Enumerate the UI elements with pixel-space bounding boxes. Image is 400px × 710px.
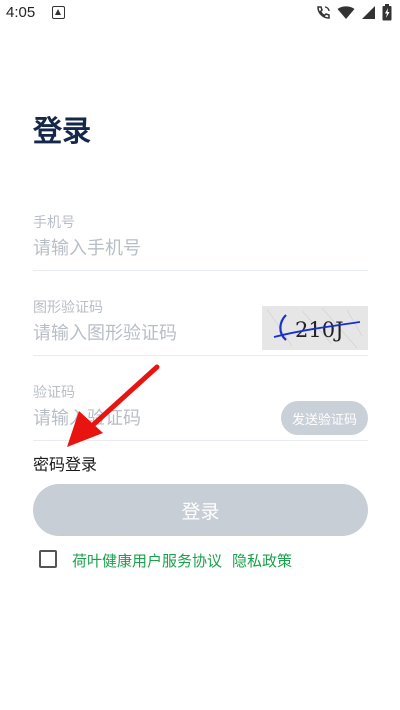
- captcha-label: 图形验证码: [33, 300, 103, 316]
- agreement-checkbox[interactable]: [39, 550, 57, 568]
- login-button[interactable]: 登录: [33, 484, 368, 536]
- wifi-call-icon: [317, 5, 330, 19]
- sms-code-label: 验证码: [33, 385, 75, 401]
- wifi-icon: [337, 6, 355, 19]
- captcha-image[interactable]: 210J: [262, 306, 368, 350]
- captcha-drawing: 210J: [262, 306, 368, 350]
- battery-icon: [382, 4, 392, 21]
- status-bar: 4:05: [0, 0, 400, 26]
- phone-label: 手机号: [33, 215, 75, 231]
- captcha-text: 210J: [295, 318, 344, 342]
- phone-input[interactable]: [33, 238, 253, 259]
- password-login-link[interactable]: 密码登录: [33, 451, 97, 475]
- service-agreement-link[interactable]: 荷叶健康用户服务协议: [72, 550, 222, 571]
- agreement-links: 荷叶健康用户服务协议 隐私政策: [72, 550, 292, 571]
- captcha-input[interactable]: [33, 323, 253, 344]
- privacy-policy-link[interactable]: 隐私政策: [232, 550, 292, 571]
- send-code-button[interactable]: 发送验证码: [281, 401, 368, 435]
- page-title: 登录: [33, 114, 92, 148]
- notification-a-icon: [52, 6, 65, 19]
- phone-field: 手机号: [33, 212, 368, 271]
- status-time: 4:05: [6, 4, 36, 21]
- status-icons: [315, 4, 392, 21]
- signal-icon: [362, 6, 375, 19]
- sms-code-input[interactable]: [33, 408, 253, 429]
